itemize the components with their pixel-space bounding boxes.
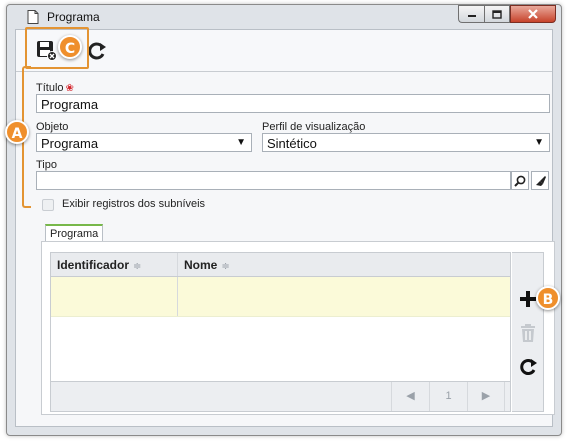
clear-button[interactable] [531, 171, 549, 190]
tab-programa-label: Programa [50, 228, 99, 240]
dialog-body: Título ❀ Programa Objeto Programa ▼ Perfi… [15, 29, 555, 427]
window-controls [458, 5, 556, 23]
tab-programa[interactable]: Programa [45, 224, 104, 242]
perfil-value: Sintético [267, 136, 317, 151]
perfil-label: Perfil de visualização [262, 121, 366, 133]
search-icon [514, 175, 526, 187]
callout-c: C [58, 35, 82, 59]
grid-side-toolbar [512, 252, 544, 412]
tab-panel: Identificador ≑ Nome ≑ ◀ 1 ▶ [41, 241, 555, 415]
dropdown-arrow-icon: ▼ [236, 137, 246, 148]
maximize-button[interactable] [484, 5, 510, 23]
title-bar[interactable]: Programa [7, 5, 561, 29]
records-grid: Identificador ≑ Nome ≑ ◀ 1 ▶ [50, 252, 511, 412]
objeto-value: Programa [41, 136, 99, 151]
dropdown-arrow-icon: ▼ [534, 137, 544, 148]
column-header-identificador[interactable]: Identificador ≑ [51, 253, 177, 277]
document-icon [27, 10, 39, 24]
pagination-bar: ◀ 1 ▶ [51, 381, 510, 411]
previous-page-button[interactable]: ◀ [391, 382, 429, 411]
close-button[interactable] [510, 5, 556, 23]
sort-icon: ≑ [221, 261, 230, 272]
exibir-subniveis-label: Exibir registros dos subníveis [62, 198, 206, 210]
refresh-icon[interactable] [86, 40, 108, 62]
minimize-icon [467, 15, 476, 17]
callout-a: A [5, 120, 29, 144]
search-button[interactable] [511, 171, 529, 190]
tipo-label: Tipo [36, 159, 57, 171]
column-divider [177, 277, 178, 316]
objeto-label: Objeto [36, 121, 69, 133]
eraser-icon [535, 176, 546, 186]
required-icon: ❀ [65, 83, 74, 94]
close-icon [528, 9, 538, 19]
add-icon[interactable] [518, 289, 538, 309]
titulo-input[interactable]: Programa [36, 94, 550, 113]
exibir-subniveis-checkbox[interactable] [42, 199, 54, 211]
column-label-nome: Nome [184, 258, 218, 272]
sort-icon: ≑ [133, 261, 142, 272]
next-page-button[interactable]: ▶ [467, 382, 505, 411]
perfil-select[interactable]: Sintético ▼ [262, 133, 550, 152]
page-number: 1 [429, 382, 467, 411]
callout-b: B [536, 286, 560, 310]
titulo-label-text: Título [36, 82, 64, 94]
window-title: Programa [47, 10, 100, 24]
refresh-icon[interactable] [518, 357, 538, 377]
maximize-icon [492, 9, 502, 19]
minimize-button[interactable] [458, 5, 484, 23]
trash-icon[interactable] [518, 323, 538, 343]
table-row[interactable] [51, 277, 510, 317]
grid-header: Identificador ≑ Nome ≑ [51, 253, 510, 277]
titulo-value: Programa [41, 97, 99, 112]
column-label-identificador: Identificador [57, 258, 130, 272]
dialog-window: Programa Título ❀ Programa Objeto Progra… [6, 4, 562, 436]
column-header-nome[interactable]: Nome ≑ [178, 253, 478, 277]
toolbar [16, 30, 552, 72]
objeto-select[interactable]: Programa ▼ [36, 133, 252, 152]
titulo-label: Título ❀ [36, 82, 74, 94]
tipo-input[interactable] [36, 171, 511, 190]
